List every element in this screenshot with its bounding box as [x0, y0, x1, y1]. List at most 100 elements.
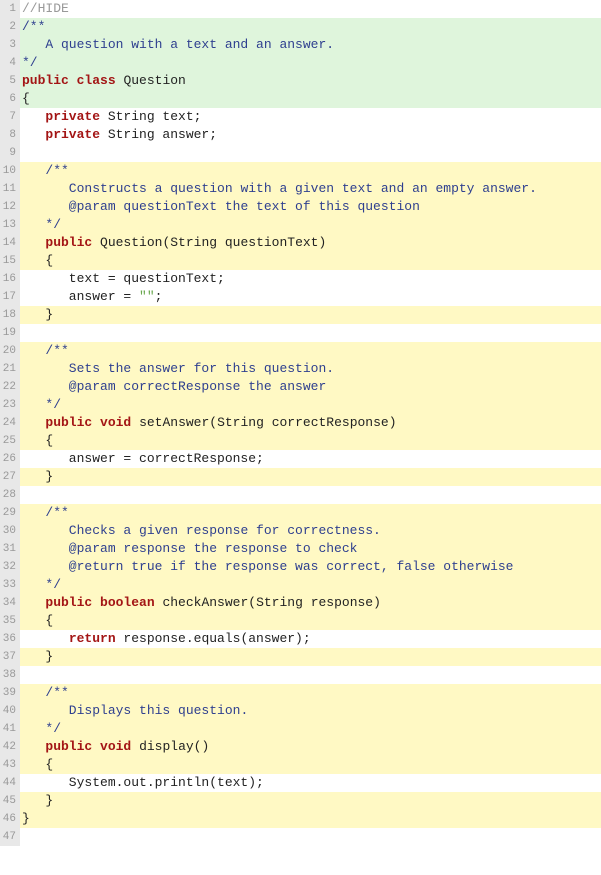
token-plain	[22, 397, 45, 412]
code-line[interactable]: /**	[20, 18, 601, 36]
code-line[interactable]: text = questionText;	[20, 270, 601, 288]
line-number: 11	[0, 180, 16, 198]
token-doc-comment: A question with a text and an answer.	[22, 37, 334, 52]
code-line[interactable]: System.out.println(text);	[20, 774, 601, 792]
code-line[interactable]: /**	[20, 684, 601, 702]
token-plain	[22, 649, 45, 664]
code-line[interactable]	[20, 486, 601, 504]
token-plain	[22, 739, 45, 754]
code-line[interactable]: Displays this question.	[20, 702, 601, 720]
code-line[interactable]: private String text;	[20, 108, 601, 126]
line-number: 23	[0, 396, 16, 414]
token-plain	[22, 235, 45, 250]
code-line[interactable]: */	[20, 720, 601, 738]
code-line[interactable]: /**	[20, 162, 601, 180]
code-line[interactable]: */	[20, 396, 601, 414]
token-doc-comment: */	[45, 577, 61, 592]
token-plain: ()	[194, 739, 210, 754]
line-number: 44	[0, 774, 16, 792]
code-line[interactable]: public boolean checkAnswer(String respon…	[20, 594, 601, 612]
token-keyword: public	[45, 415, 92, 430]
code-line[interactable]: return response.equals(answer);	[20, 630, 601, 648]
token-keyword: boolean	[100, 595, 155, 610]
code-line[interactable]	[20, 828, 601, 846]
code-line[interactable]: @return true if the response was correct…	[20, 558, 601, 576]
code-line[interactable]: @param questionText the text of this que…	[20, 198, 601, 216]
token-plain	[92, 739, 100, 754]
token-plain	[22, 613, 45, 628]
line-number: 15	[0, 252, 16, 270]
token-keyword: void	[100, 415, 131, 430]
code-line[interactable]: @param correctResponse the answer	[20, 378, 601, 396]
line-number: 3	[0, 36, 16, 54]
token-plain: (String correctResponse)	[209, 415, 396, 430]
line-number: 45	[0, 792, 16, 810]
code-line[interactable]: */	[20, 216, 601, 234]
code-line[interactable]: {	[20, 756, 601, 774]
token-method: checkAnswer	[162, 595, 248, 610]
code-line[interactable]: answer = correctResponse;	[20, 450, 601, 468]
code-line[interactable]: A question with a text and an answer.	[20, 36, 601, 54]
code-line[interactable]: Constructs a question with a given text …	[20, 180, 601, 198]
line-number: 34	[0, 594, 16, 612]
code-line[interactable]: {	[20, 90, 601, 108]
line-number: 43	[0, 756, 16, 774]
code-area[interactable]: //HIDE/** A question with a text and an …	[20, 0, 601, 846]
token-brace: }	[45, 793, 53, 808]
code-line[interactable]: /**	[20, 504, 601, 522]
line-number-gutter: 1234567891011121314151617181920212223242…	[0, 0, 20, 846]
code-line[interactable]: */	[20, 54, 601, 72]
code-line[interactable]: public void display()	[20, 738, 601, 756]
line-number: 19	[0, 324, 16, 342]
line-number: 13	[0, 216, 16, 234]
code-line[interactable]	[20, 144, 601, 162]
line-number: 21	[0, 360, 16, 378]
token-keyword: public	[45, 595, 92, 610]
token-plain	[131, 739, 139, 754]
token-brace: {	[45, 433, 53, 448]
code-line[interactable]: /**	[20, 342, 601, 360]
line-number: 4	[0, 54, 16, 72]
code-line[interactable]: public Question(String questionText)	[20, 234, 601, 252]
code-line[interactable]: //HIDE	[20, 0, 601, 18]
line-number: 32	[0, 558, 16, 576]
code-line[interactable]: Checks a given response for correctness.	[20, 522, 601, 540]
line-number: 41	[0, 720, 16, 738]
code-line[interactable]: answer = "";	[20, 288, 601, 306]
token-plain	[22, 559, 45, 574]
token-plain	[22, 361, 45, 376]
code-line[interactable]: public class Question	[20, 72, 601, 90]
code-line[interactable]: */	[20, 576, 601, 594]
code-line[interactable]	[20, 324, 601, 342]
code-line[interactable]: }	[20, 648, 601, 666]
token-plain	[22, 685, 45, 700]
token-plain: answer =	[22, 289, 139, 304]
token-plain	[22, 469, 45, 484]
token-brace: {	[22, 91, 30, 106]
code-line[interactable]: {	[20, 432, 601, 450]
code-line[interactable]: @param response the response to check	[20, 540, 601, 558]
line-number: 26	[0, 450, 16, 468]
code-line[interactable]: public void setAnswer(String correctResp…	[20, 414, 601, 432]
code-line[interactable]: private String answer;	[20, 126, 601, 144]
token-plain	[22, 523, 45, 538]
token-plain: text = questionText;	[22, 271, 225, 286]
code-line[interactable]: {	[20, 252, 601, 270]
code-line[interactable]	[20, 666, 601, 684]
token-plain: String answer;	[100, 127, 217, 142]
token-string: ""	[139, 289, 155, 304]
code-editor[interactable]: 1234567891011121314151617181920212223242…	[0, 0, 601, 846]
code-line[interactable]: }	[20, 792, 601, 810]
token-plain	[22, 379, 45, 394]
token-brace: {	[45, 613, 53, 628]
token-doc-comment: @return true if the response was correct…	[45, 559, 513, 574]
code-line[interactable]: }	[20, 468, 601, 486]
token-keyword: class	[77, 73, 116, 88]
code-line[interactable]: }	[20, 810, 601, 828]
code-line[interactable]: }	[20, 306, 601, 324]
code-line[interactable]: Sets the answer for this question.	[20, 360, 601, 378]
token-plain: (String questionText)	[162, 235, 326, 250]
code-line[interactable]: {	[20, 612, 601, 630]
token-method: display	[139, 739, 194, 754]
token-plain	[22, 163, 45, 178]
